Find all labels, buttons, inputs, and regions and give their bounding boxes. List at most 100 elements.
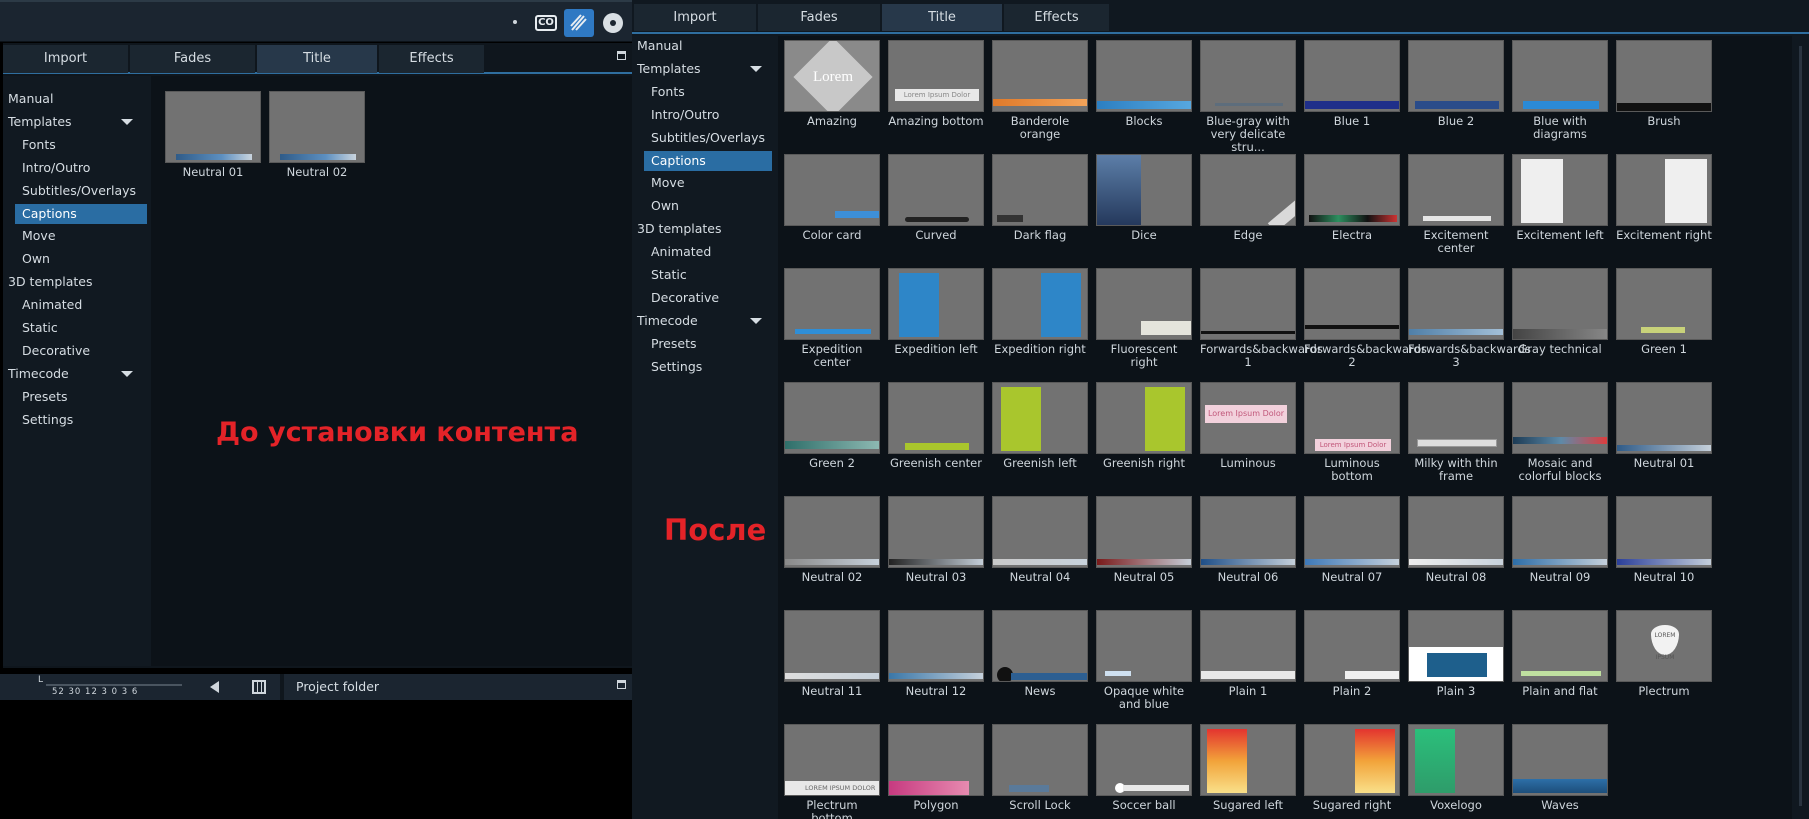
template-thumbnail[interactable] [1408,724,1504,796]
nav-item-own[interactable]: Own [632,196,772,216]
template-neutral-01[interactable]: Neutral 01 [165,91,261,179]
nav-item-decorative[interactable]: Decorative [3,341,143,361]
template-plain-2[interactable]: Plain 2 [1304,610,1400,698]
template-expedition-left[interactable]: Expedition left [888,268,984,356]
template-amazing[interactable]: Lorem Amazing [784,40,880,128]
template-thumbnail[interactable] [1096,154,1192,226]
template-fluorescent-right[interactable]: Fluorescent right [1096,268,1192,369]
template-excitement-right[interactable]: Excitement right [1616,154,1712,242]
template-thumbnail[interactable] [1200,268,1296,340]
mixer-grid-icon[interactable] [252,680,266,694]
template-neutral-11[interactable]: Neutral 11 [784,610,880,698]
template-thumbnail[interactable] [1512,154,1608,226]
pen-tool-icon[interactable] [564,9,594,37]
template-thumbnail[interactable] [992,382,1088,454]
tab-import[interactable]: Import [3,45,128,73]
nav-item-intro-outro[interactable]: Intro/Outro [3,158,143,178]
template-thumbnail[interactable] [269,91,365,163]
nav-item-own[interactable]: Own [3,249,143,269]
template-polygon[interactable]: Polygon [888,724,984,812]
template-thumbnail[interactable] [1096,724,1192,796]
template-neutral-08[interactable]: Neutral 08 [1408,496,1504,584]
template-thumbnail[interactable] [1512,40,1608,112]
template-thumbnail[interactable]: Lorem [784,40,880,112]
template-thumbnail[interactable] [1512,382,1608,454]
template-thumbnail[interactable] [992,40,1088,112]
template-thumbnail[interactable] [1408,268,1504,340]
tab-fades[interactable]: Fades [130,45,255,73]
nav-item-intro-outro[interactable]: Intro/Outro [632,105,772,125]
template-thumbnail[interactable] [1096,382,1192,454]
template-gray-technical[interactable]: Gray technical [1512,268,1608,356]
template-neutral-01[interactable]: Neutral 01 [1616,382,1712,470]
template-thumbnail[interactable] [1616,154,1712,226]
nav-item-subtitles-overlays[interactable]: Subtitles/Overlays [632,128,772,148]
template-thumbnail[interactable] [1200,496,1296,568]
template-neutral-05[interactable]: Neutral 05 [1096,496,1192,584]
expand-caret-icon[interactable] [121,118,133,125]
template-thumbnail[interactable] [1304,40,1400,112]
template-thumbnail[interactable] [1200,154,1296,226]
expand-caret-icon[interactable] [750,65,762,72]
template-electra[interactable]: Electra [1304,154,1400,242]
template-milky-with-thin-frame[interactable]: Milky with thin frame [1408,382,1504,483]
template-thumbnail[interactable] [992,154,1088,226]
template-thumbnail[interactable] [1616,268,1712,340]
nav-item-presets[interactable]: Presets [632,334,772,354]
template-curved[interactable]: Curved [888,154,984,242]
template-blue-2[interactable]: Blue 2 [1408,40,1504,128]
template-thumbnail[interactable] [1200,40,1296,112]
template-opaque-white-and-blue[interactable]: Opaque white and blue [1096,610,1192,711]
template-luminous-bottom[interactable]: Lorem Ipsum Dolor Luminous bottom [1304,382,1400,483]
nav-item-fonts[interactable]: Fonts [632,82,772,102]
nav-item-3d-templates[interactable]: 3D templates [632,219,722,239]
template-thumbnail[interactable] [888,496,984,568]
template-dice[interactable]: Dice [1096,154,1192,242]
template-neutral-07[interactable]: Neutral 07 [1304,496,1400,584]
tab-effects[interactable]: Effects [379,45,484,73]
template-luminous[interactable]: Lorem Ipsum Dolor Luminous [1200,382,1296,470]
template-sugared-left[interactable]: Sugared left [1200,724,1296,812]
disc-icon[interactable] [598,9,628,37]
expand-caret-icon[interactable] [121,370,133,377]
nav-item-3d-templates[interactable]: 3D templates [3,272,93,292]
template-plectrum-bottom[interactable]: LOREM IPSUM DOLOR SIT Plectrum bottom [784,724,880,819]
template-greenish-right[interactable]: Greenish right [1096,382,1192,470]
template-thumbnail[interactable] [1512,610,1608,682]
nav-item-move[interactable]: Move [3,226,143,246]
template-blue-with-diagrams[interactable]: Blue with diagrams [1512,40,1608,141]
template-thumbnail[interactable] [1096,40,1192,112]
template-neutral-10[interactable]: Neutral 10 [1616,496,1712,584]
nav-item-presets[interactable]: Presets [3,387,143,407]
template-forwards-backwards-2[interactable]: Forwards&backwards 2 [1304,268,1427,369]
template-excitement-left[interactable]: Excitement left [1512,154,1608,242]
template-thumbnail[interactable] [888,724,984,796]
template-plain-and-flat[interactable]: Plain and flat [1512,610,1608,698]
nav-item-manual[interactable]: Manual [3,89,53,109]
speaker-icon[interactable] [210,681,219,693]
template-mosaic-and-colorful-blocks[interactable]: Mosaic and colorful blocks [1512,382,1608,483]
template-thumbnail[interactable] [1304,154,1400,226]
template-plain-1[interactable]: Plain 1 [1200,610,1296,698]
template-thumbnail[interactable] [784,268,880,340]
nav-item-templates[interactable]: Templates [632,59,701,79]
template-green-1[interactable]: Green 1 [1616,268,1712,356]
template-thumbnail[interactable] [1304,268,1400,340]
template-thumbnail[interactable] [1512,724,1608,796]
expand-caret-icon[interactable] [750,317,762,324]
template-expedition-center[interactable]: Expedition center [784,268,880,369]
maximize-icon[interactable] [617,51,626,60]
nav-item-fonts[interactable]: Fonts [3,135,143,155]
template-voxelogo[interactable]: Voxelogo [1408,724,1504,812]
template-thumbnail[interactable]: Lorem Ipsum Dolor [888,40,984,112]
template-thumbnail[interactable] [888,154,984,226]
template-thumbnail[interactable] [165,91,261,163]
template-thumbnail[interactable] [1304,610,1400,682]
nav-item-static[interactable]: Static [3,318,143,338]
nav-item-animated[interactable]: Animated [3,295,143,315]
nav-item-decorative[interactable]: Decorative [632,288,772,308]
vertical-scrollbar[interactable] [1792,36,1809,819]
template-dark-flag[interactable]: Dark flag [992,154,1088,242]
template-neutral-12[interactable]: Neutral 12 [888,610,984,698]
nav-item-move[interactable]: Move [632,173,772,193]
